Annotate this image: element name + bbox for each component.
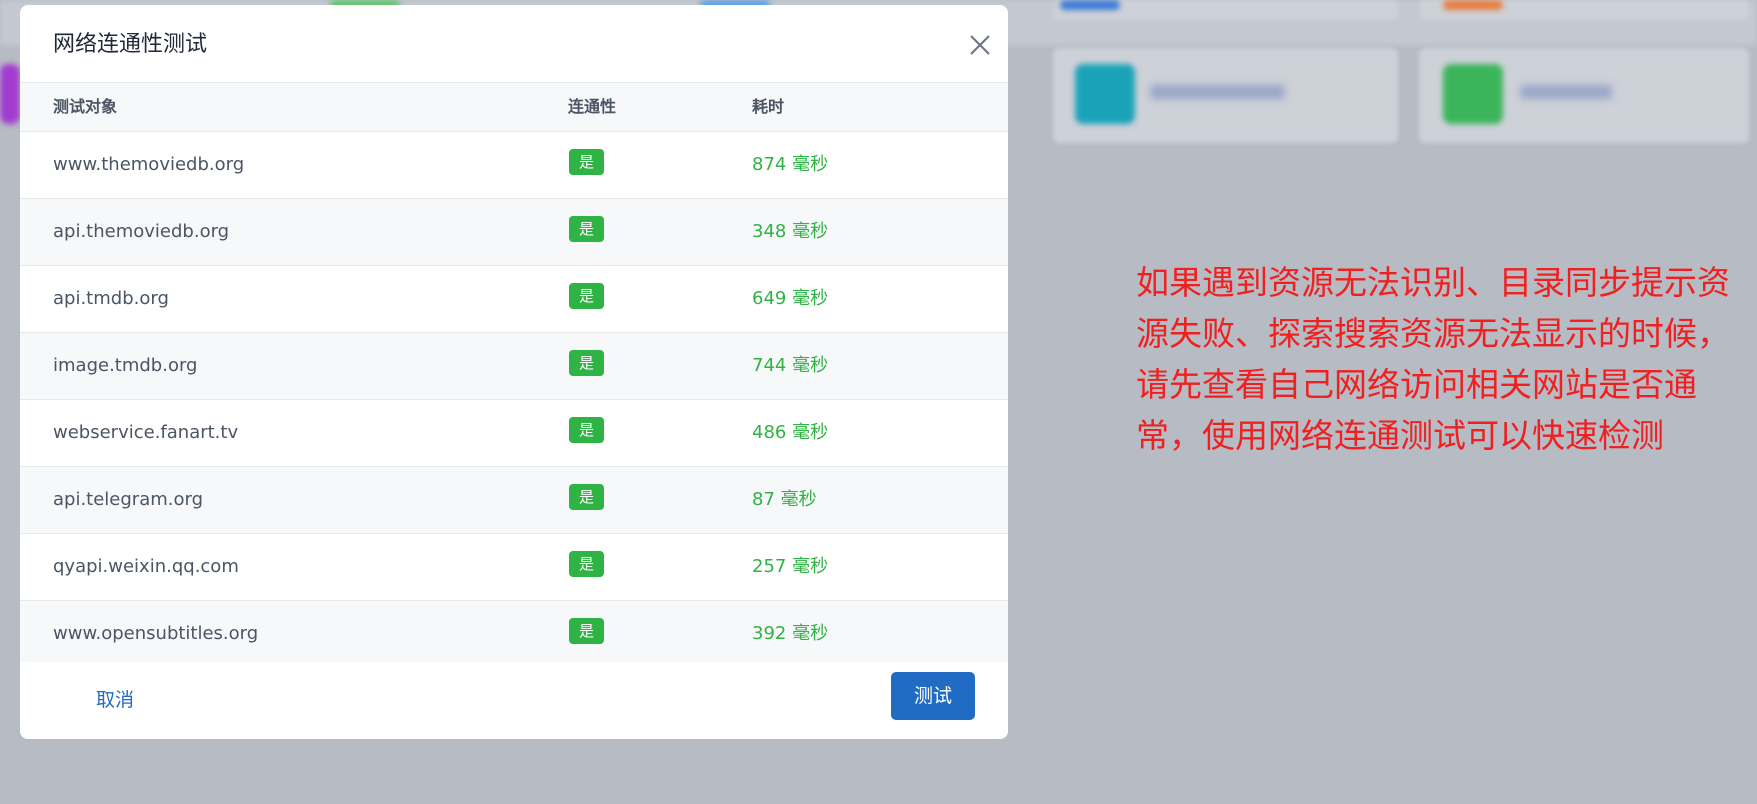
table-row: api.tmdb.org 是 649 毫秒 [20,266,1008,333]
target-name: qyapi.weixin.qq.com [53,556,239,577]
column-header-target: 测试对象 [53,97,118,116]
table-row: qyapi.weixin.qq.com 是 257 毫秒 [20,534,1008,601]
close-icon [970,35,990,55]
status-badge: 是 [569,551,604,577]
status-badge: 是 [569,216,604,242]
dialog-header: 网络连通性测试 [20,5,1008,83]
column-header-time: 耗时 [752,97,785,116]
dialog-title: 网络连通性测试 [53,32,208,57]
background-app-icon [1075,64,1135,124]
results-table: www.themoviedb.org 是 874 毫秒 api.themovie… [20,132,1008,668]
cancel-button[interactable]: 取消 [76,679,154,721]
status-badge: 是 [569,283,604,309]
background-app-icon [1443,64,1503,124]
latency-value: 649 毫秒 [752,288,829,309]
background-accent [1443,0,1503,10]
table-row: api.themoviedb.org 是 348 毫秒 [20,199,1008,266]
status-badge: 是 [569,484,604,510]
target-name: www.themoviedb.org [53,154,245,175]
close-button[interactable] [966,31,994,59]
target-name: api.telegram.org [53,489,204,510]
annotation-note: 如果遇到资源无法识别、目录同步提示资 源失败、探索搜索资源无法显示的时候， 请先… [1136,263,1730,455]
target-name: webservice.fanart.tv [53,422,239,443]
column-header-connectivity: 连通性 [568,97,617,116]
status-badge: 是 [569,350,604,376]
status-badge: 是 [569,149,604,175]
table-row: api.telegram.org 是 87 毫秒 [20,467,1008,534]
background-app-icon [0,64,20,124]
table-row: www.opensubtitles.org 是 392 毫秒 [20,601,1008,668]
latency-value: 257 毫秒 [752,556,829,577]
target-name: image.tmdb.org [53,355,198,376]
latency-value: 348 毫秒 [752,221,829,242]
background-text-placeholder [1150,85,1285,99]
test-button[interactable]: 测试 [891,672,975,720]
dialog-footer: 取消 测试 [20,662,1008,739]
latency-value: 392 毫秒 [752,623,829,644]
target-name: api.tmdb.org [53,288,169,309]
background-text-placeholder [1520,85,1612,99]
status-badge: 是 [569,417,604,443]
network-test-dialog: 网络连通性测试 测试对象 连通性 耗时 www.themoviedb.org 是… [20,5,1008,739]
latency-value: 874 毫秒 [752,154,829,175]
table-row: www.themoviedb.org 是 874 毫秒 [20,132,1008,199]
target-name: api.themoviedb.org [53,221,230,242]
table-row: image.tmdb.org 是 744 毫秒 [20,333,1008,400]
target-name: www.opensubtitles.org [53,623,259,644]
latency-value: 87 毫秒 [752,489,817,510]
table-header: 测试对象 连通性 耗时 [20,83,1008,132]
background-accent [1060,0,1120,10]
table-row: webservice.fanart.tv 是 486 毫秒 [20,400,1008,467]
status-badge: 是 [569,618,604,644]
latency-value: 744 毫秒 [752,355,829,376]
latency-value: 486 毫秒 [752,422,829,443]
